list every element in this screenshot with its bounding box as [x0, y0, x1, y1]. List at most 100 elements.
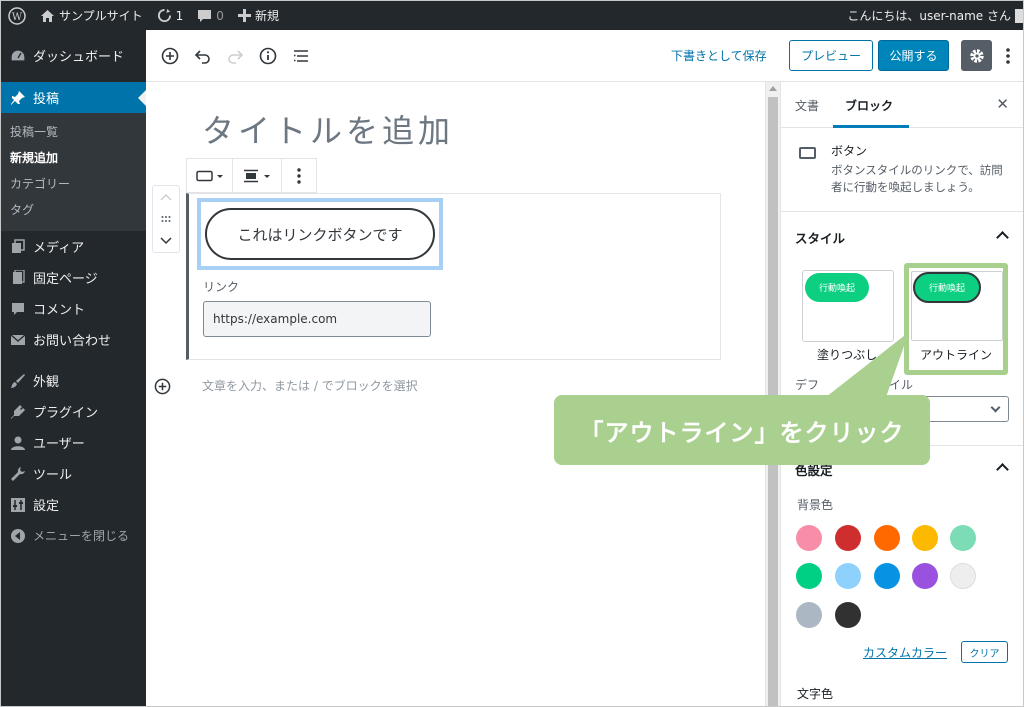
button-block-icon [799, 147, 816, 159]
info-icon[interactable] [256, 44, 280, 68]
refresh-icon [157, 8, 171, 23]
sidebar-tabs: 文書 ブロック ✕ [781, 82, 1023, 128]
sidebar-item-label: ツール [33, 468, 73, 483]
user-icon [9, 434, 27, 452]
sidebar-item-label: 外観 [33, 375, 60, 390]
default-block-appender[interactable]: 文章を入力、または / でブロックを選択 [202, 377, 418, 394]
avatar[interactable] [1015, 9, 1023, 23]
color-swatch[interactable] [835, 602, 861, 628]
scroll-up-arrow-icon[interactable] [769, 86, 777, 91]
undo-icon[interactable] [191, 44, 215, 68]
wordpress-icon: W [8, 6, 26, 25]
my-account[interactable]: こんにちは、user-name さん [847, 1, 1011, 30]
submenu-categories[interactable]: カテゴリー [1, 171, 146, 197]
close-icon[interactable]: ✕ [996, 95, 1009, 113]
settings-icon [9, 496, 27, 514]
post-title-input[interactable]: タイトルを追加 [202, 106, 454, 152]
link-url-input[interactable]: https://example.com [203, 301, 431, 337]
sidebar-item-settings[interactable]: 設定 [1, 489, 146, 520]
new-content-link[interactable]: 新規 [231, 1, 286, 30]
sidebar-item-label: メニューを閉じる [33, 529, 130, 543]
background-color-label: 背景色 [797, 498, 834, 512]
publish-button[interactable]: 公開する [878, 40, 949, 71]
submenu-add-new[interactable]: 新規追加 [1, 145, 146, 171]
sidebar-item-label: 固定ページ [33, 272, 98, 287]
greeting: こんにちは、user-name さん [847, 9, 1011, 23]
sidebar-item-plugins[interactable]: プラグイン [1, 396, 146, 427]
chevron-up-icon[interactable] [996, 463, 1009, 476]
color-swatch[interactable] [796, 525, 822, 551]
link-button-preview[interactable]: これはリンクボタンです [205, 208, 435, 260]
block-mover [152, 185, 180, 253]
block-card-description: ボタンスタイルのリンクで、訪問者に行動を喚起しましょう。 [831, 163, 1003, 194]
save-draft-button[interactable]: 下書きとして保存 [671, 47, 767, 64]
sidebar-item-label: メディア [33, 241, 85, 256]
tab-block[interactable]: ブロック [845, 97, 893, 114]
updates-count: 1 [175, 8, 184, 23]
list-view-icon[interactable] [289, 44, 313, 68]
gear-icon [969, 48, 984, 63]
block-toolbar [186, 158, 317, 193]
sidebar-item-label: ユーザー [33, 437, 85, 452]
clear-color-button[interactable]: クリア [961, 641, 1008, 663]
sidebar-item-pages[interactable]: 固定ページ [1, 262, 146, 293]
sidebar-collapse-menu[interactable]: メニューを閉じる [1, 520, 146, 551]
color-swatch[interactable] [950, 563, 976, 589]
drag-handle-icon[interactable] [161, 215, 171, 223]
sidebar-item-label: 投稿 [33, 92, 60, 107]
sidebar-item-appearance[interactable]: 外観 [1, 365, 146, 396]
chevron-up-icon[interactable] [160, 193, 172, 201]
tab-document[interactable]: 文書 [795, 97, 819, 114]
dashboard-icon [9, 47, 27, 65]
align-dropdown[interactable] [233, 159, 282, 192]
add-block-icon[interactable] [158, 44, 182, 68]
color-swatch[interactable] [912, 525, 938, 551]
settings-toggle-button[interactable] [961, 40, 992, 71]
wordpress-logo[interactable]: W [1, 1, 33, 30]
button-block[interactable]: これはリンクボタンです リンク https://example.com [186, 193, 721, 360]
color-swatch[interactable] [874, 563, 900, 589]
color-swatch[interactable] [835, 525, 861, 551]
sidebar-item-users[interactable]: ユーザー [1, 427, 146, 458]
block-card-title: ボタン [831, 144, 868, 158]
more-options-button[interactable] [1000, 44, 1016, 68]
block-type-switcher[interactable] [187, 159, 233, 192]
color-swatch[interactable] [796, 563, 822, 589]
sidebar-item-label: お問い合わせ [33, 334, 112, 349]
submenu-all-posts[interactable]: 投稿一覧 [1, 119, 146, 145]
page-icon [9, 269, 27, 287]
color-swatch[interactable] [912, 563, 938, 589]
site-name-link[interactable]: サンプルサイト [33, 1, 150, 30]
sidebar-item-dashboard[interactable]: ダッシュボード [1, 40, 146, 71]
comments-link[interactable]: 0 [190, 1, 231, 30]
color-swatch[interactable] [835, 563, 861, 589]
color-swatch[interactable] [950, 525, 976, 551]
posts-submenu: 投稿一覧 新規追加 カテゴリー タグ [1, 113, 146, 231]
custom-color-button[interactable]: カスタムカラー [863, 644, 947, 661]
chevron-up-icon[interactable] [996, 231, 1009, 244]
submenu-tags[interactable]: タグ [1, 197, 146, 223]
align-center-icon [244, 169, 270, 182]
sidebar-item-label: ダッシュボード [33, 50, 125, 65]
color-swatch[interactable] [874, 525, 900, 551]
home-icon [41, 9, 54, 22]
chevron-down-icon[interactable] [160, 237, 172, 245]
sidebar-item-media[interactable]: メディア [1, 231, 146, 262]
color-swatch[interactable] [796, 602, 822, 628]
vertical-ellipsis-icon [297, 167, 301, 184]
sidebar-item-tools[interactable]: ツール [1, 458, 146, 489]
link-label: リンク [203, 280, 240, 294]
pin-icon [9, 89, 27, 107]
inline-add-block-icon[interactable] [153, 377, 171, 395]
sidebar-item-contact[interactable]: お問い合わせ [1, 324, 146, 355]
block-more-options[interactable] [282, 159, 316, 192]
preview-button[interactable]: プレビュー [789, 40, 873, 71]
redo-icon[interactable] [223, 44, 247, 68]
style-preview-fill: 行動喚起 [805, 273, 869, 302]
brush-icon [9, 372, 27, 390]
updates-link[interactable]: 1 [150, 1, 191, 30]
styles-panel-title[interactable]: スタイル [795, 228, 845, 247]
instruction-callout: 「アウトライン」をクリック [554, 395, 930, 465]
sidebar-item-posts[interactable]: 投稿 [1, 82, 146, 113]
sidebar-item-comments[interactable]: コメント [1, 293, 146, 324]
